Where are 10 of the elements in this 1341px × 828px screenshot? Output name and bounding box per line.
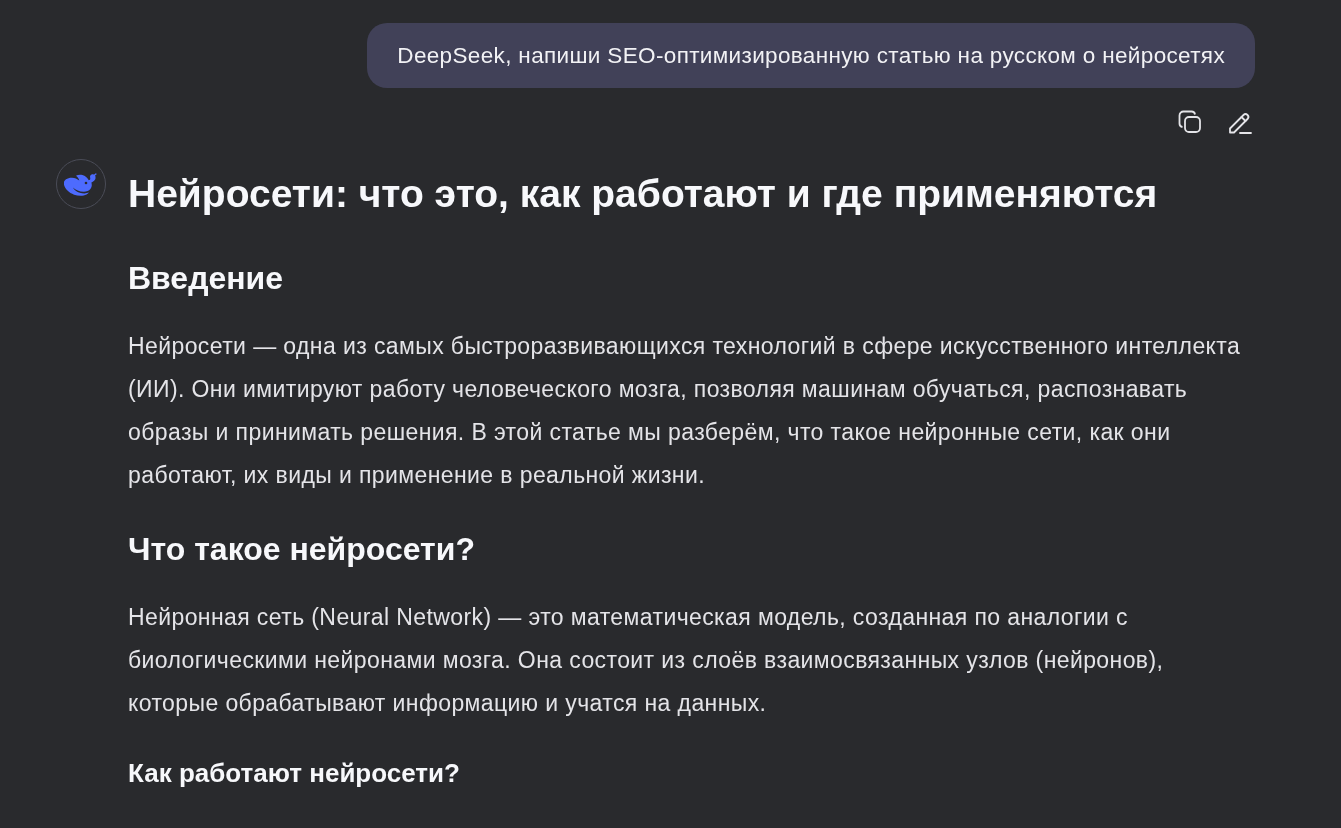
copy-button[interactable] bbox=[1176, 108, 1204, 136]
copy-icon bbox=[1176, 108, 1204, 136]
user-message-bubble: DeepSeek, напиши SEO-оптимизированную статью на русском о нейросетях bbox=[367, 23, 1255, 88]
subsection-heading: Как работают нейросети? bbox=[128, 757, 461, 789]
section-heading: Что такое нейросети? bbox=[128, 530, 476, 568]
section-heading: Введение bbox=[128, 259, 285, 297]
article-title: Нейросети: что это, как работают и где применяются bbox=[128, 171, 1159, 217]
paragraph-text: Нейронная сеть (Neural Network) — это математическая модель, созданная по аналогии с биологическими нейронами мозга. Она состоит из слоёв взаимосвязанных узлов (нейронов), которые обрабатывают информацию и учатся на данных. bbox=[128, 603, 1165, 718]
paragraph-text: Нейросети — одна из самых быстроразвивающихся технологий в сфере искусственного интеллекта (ИИ). Они имитируют работу человеческого мозга, позволяя машинам обучаться, распознавать образы и принимать решения. В этой статье мы разберём, что такое нейронные сети, как они работают, их виды и применение в реальной жизни. bbox=[128, 332, 1241, 490]
whale-logo-icon bbox=[64, 170, 98, 198]
